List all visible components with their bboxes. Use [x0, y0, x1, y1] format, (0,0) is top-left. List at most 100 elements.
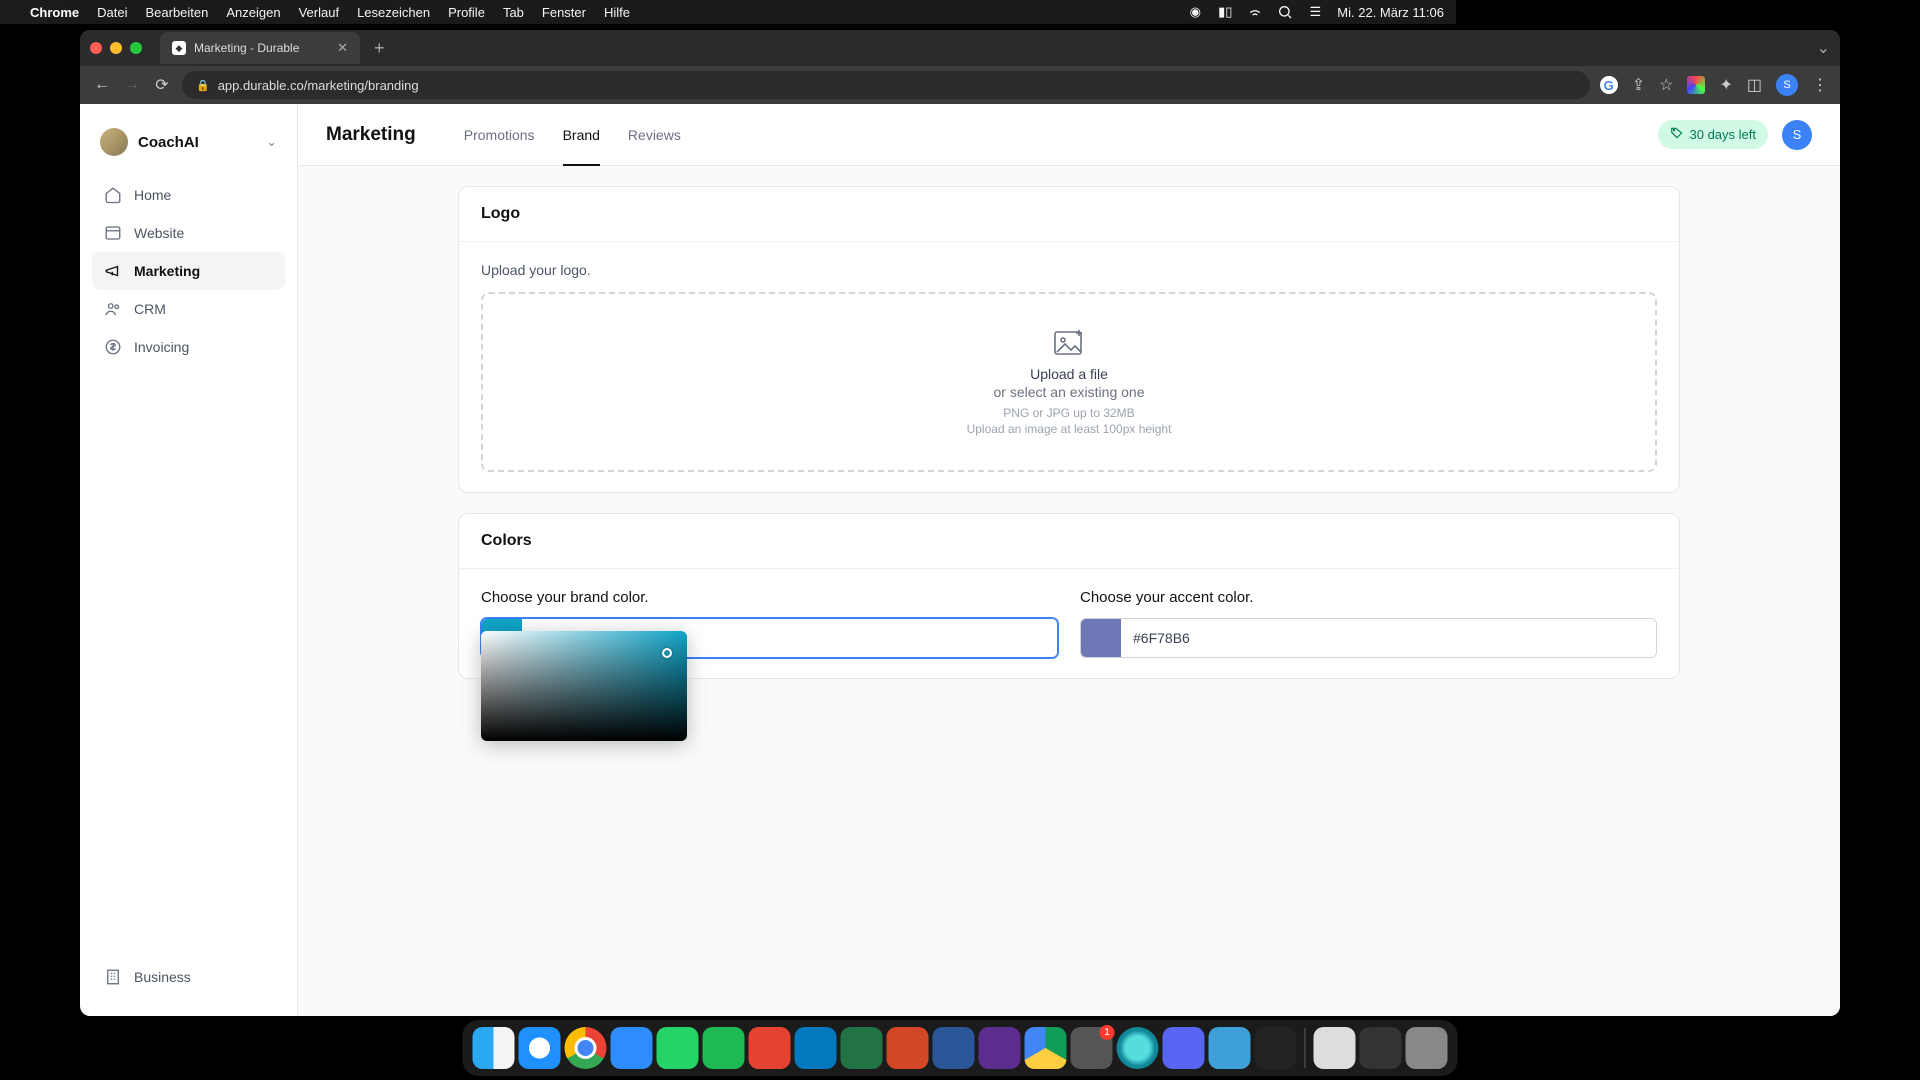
- layout-icon: [104, 224, 122, 242]
- accent-color-swatch[interactable]: [1081, 619, 1121, 657]
- tab-promotions[interactable]: Promotions: [464, 104, 535, 165]
- menu-anzeigen[interactable]: Anzeigen: [226, 5, 280, 20]
- dock-todoist-icon[interactable]: [749, 1027, 791, 1069]
- record-icon[interactable]: ◉: [1187, 4, 1203, 20]
- spotlight-icon[interactable]: [1277, 4, 1293, 20]
- user-avatar[interactable]: S: [1782, 120, 1812, 150]
- workspace-switcher[interactable]: CoachAI ⌄: [92, 124, 285, 176]
- window-controls: [90, 42, 142, 54]
- profile-avatar[interactable]: S: [1776, 74, 1798, 96]
- dock-settings-icon[interactable]: 1: [1071, 1027, 1113, 1069]
- sidebar-item-home[interactable]: Home: [92, 176, 285, 214]
- extensions-icon[interactable]: ✦: [1719, 75, 1732, 95]
- main: Marketing Promotions Brand Reviews 30 da…: [298, 104, 1840, 1016]
- dock-zoom-icon[interactable]: [611, 1027, 653, 1069]
- accent-color-section: Choose your accent color.: [1080, 589, 1657, 658]
- tab-close-button[interactable]: ✕: [337, 40, 348, 56]
- reload-button[interactable]: ⟳: [152, 75, 172, 95]
- dock-app-circle-icon[interactable]: [1117, 1027, 1159, 1069]
- sidebar-item-marketing[interactable]: Marketing: [92, 252, 285, 290]
- saturation-cursor-icon[interactable]: [662, 648, 672, 658]
- dock-drive-icon[interactable]: [1025, 1027, 1067, 1069]
- dock-word-icon[interactable]: [933, 1027, 975, 1069]
- sidebar-item-label: CRM: [134, 301, 166, 317]
- dock-voice-memos-icon[interactable]: [1255, 1027, 1297, 1069]
- dock-finder-icon[interactable]: [473, 1027, 515, 1069]
- macos-dock: 1: [463, 1020, 1458, 1076]
- share-icon[interactable]: ⇪: [1632, 75, 1645, 95]
- url-field[interactable]: 🔒 app.durable.co/marketing/branding: [182, 71, 1590, 99]
- dock-spotify-icon[interactable]: [703, 1027, 745, 1069]
- color-picker-popover[interactable]: [481, 631, 687, 741]
- menu-verlauf[interactable]: Verlauf: [299, 5, 339, 20]
- sidebar-item-website[interactable]: Website: [92, 214, 285, 252]
- dock-excel-icon[interactable]: [841, 1027, 883, 1069]
- menu-hilfe[interactable]: Hilfe: [604, 5, 630, 20]
- google-icon[interactable]: G: [1600, 76, 1618, 94]
- battery-icon[interactable]: ▮▯: [1217, 4, 1233, 20]
- control-center-icon[interactable]: ☰: [1307, 4, 1323, 20]
- window-fullscreen-button[interactable]: [130, 42, 142, 54]
- toolbar-right: G ⇪ ☆ ✦ ◫ S ⋮: [1600, 74, 1828, 96]
- macos-menubar: Chrome Datei Bearbeiten Anzeigen Verlauf…: [0, 0, 1456, 24]
- dock-trello-icon[interactable]: [795, 1027, 837, 1069]
- logo-dropzone[interactable]: Upload a file or select an existing one …: [481, 292, 1657, 472]
- logo-subtitle: Upload your logo.: [481, 262, 1657, 278]
- menubar-app-name[interactable]: Chrome: [30, 5, 79, 20]
- users-icon: [104, 300, 122, 318]
- dock-safari-icon[interactable]: [519, 1027, 561, 1069]
- dock-badge: 1: [1100, 1025, 1115, 1040]
- window-minimize-button[interactable]: [110, 42, 122, 54]
- dock-folder-icon[interactable]: [1360, 1027, 1402, 1069]
- dock-quicktime-icon[interactable]: [1209, 1027, 1251, 1069]
- menu-bearbeiten[interactable]: Bearbeiten: [145, 5, 208, 20]
- trial-badge[interactable]: 30 days left: [1658, 120, 1769, 149]
- sidebar-item-invoicing[interactable]: Invoicing: [92, 328, 285, 366]
- colors-card-title: Colors: [459, 514, 1679, 569]
- dock-trash-icon[interactable]: [1406, 1027, 1448, 1069]
- dock-app-generic-icon[interactable]: [1314, 1027, 1356, 1069]
- sidepanel-icon[interactable]: ◫: [1747, 75, 1762, 95]
- menu-tab[interactable]: Tab: [503, 5, 524, 20]
- dollar-icon: [104, 338, 122, 356]
- dock-whatsapp-icon[interactable]: [657, 1027, 699, 1069]
- new-tab-button[interactable]: +: [368, 38, 391, 59]
- extension-color-icon[interactable]: [1687, 76, 1705, 94]
- tab-strip: ◆ Marketing - Durable ✕ + ⌄: [80, 30, 1840, 66]
- app-root: CoachAI ⌄ Home Website Marketing CRM: [80, 104, 1840, 1016]
- menubar-datetime[interactable]: Mi. 22. März 11:06: [1337, 5, 1444, 20]
- menu-profile[interactable]: Profile: [448, 5, 485, 20]
- browser-tab[interactable]: ◆ Marketing - Durable ✕: [160, 32, 360, 64]
- accent-color-field: [1080, 618, 1657, 658]
- dock-powerpoint-icon[interactable]: [887, 1027, 929, 1069]
- bookmark-icon[interactable]: ☆: [1659, 75, 1673, 95]
- logo-card-title: Logo: [459, 187, 1679, 242]
- url-text: app.durable.co/marketing/branding: [218, 78, 419, 93]
- chrome-menu-button[interactable]: ⋮: [1812, 75, 1828, 95]
- back-button[interactable]: ←: [92, 76, 112, 94]
- megaphone-icon: [104, 262, 122, 280]
- dock-imovie-icon[interactable]: [979, 1027, 1021, 1069]
- trial-text: 30 days left: [1690, 127, 1757, 142]
- window-close-button[interactable]: [90, 42, 102, 54]
- dock-chrome-icon[interactable]: [565, 1027, 607, 1069]
- sidebar-item-crm[interactable]: CRM: [92, 290, 285, 328]
- brand-color-label: Choose your brand color.: [481, 589, 1058, 606]
- forward-button[interactable]: →: [122, 76, 142, 94]
- menu-fenster[interactable]: Fenster: [542, 5, 586, 20]
- wifi-icon[interactable]: [1247, 4, 1263, 20]
- saturation-area[interactable]: [481, 631, 687, 741]
- upload-hint1: PNG or JPG up to 32MB: [503, 406, 1635, 420]
- tab-title: Marketing - Durable: [194, 41, 299, 55]
- dock-discord-icon[interactable]: [1163, 1027, 1205, 1069]
- sidebar-item-label: Home: [134, 187, 171, 203]
- tab-reviews[interactable]: Reviews: [628, 104, 681, 165]
- home-icon: [104, 186, 122, 204]
- tab-brand[interactable]: Brand: [563, 104, 600, 165]
- accent-color-input[interactable]: [1121, 619, 1656, 657]
- tab-overflow-button[interactable]: ⌄: [1817, 38, 1830, 58]
- menu-lesezeichen[interactable]: Lesezeichen: [357, 5, 430, 20]
- menu-datei[interactable]: Datei: [97, 5, 127, 20]
- sidebar-item-business[interactable]: Business: [92, 958, 285, 996]
- content-area: Logo Upload your logo. Upload a file or …: [298, 166, 1840, 1016]
